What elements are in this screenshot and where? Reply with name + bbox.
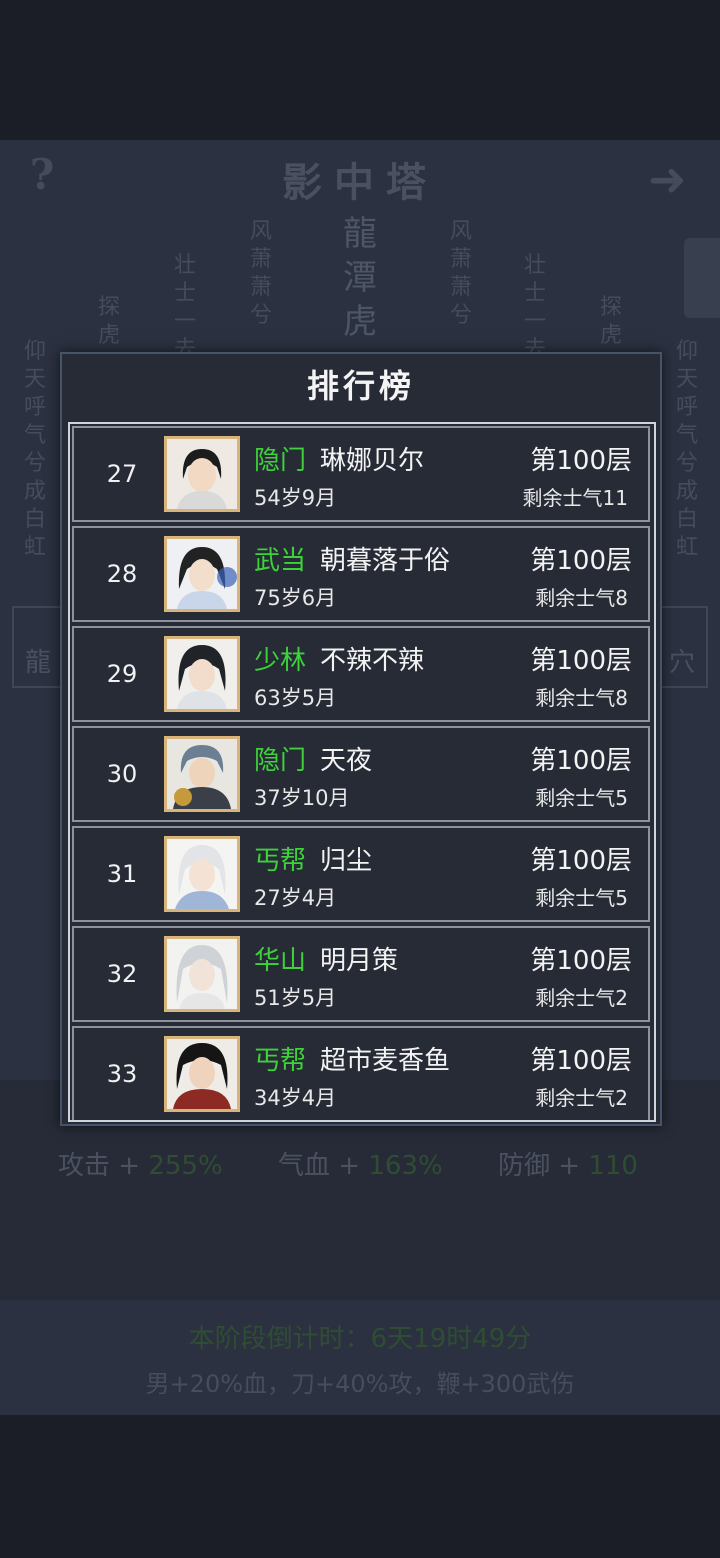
player-age: 63岁5月 [254,686,337,710]
avatar[interactable] [164,736,240,812]
remaining-morale: 剩余士气5 [535,786,628,810]
leaderboard-row[interactable]: 28 武当 朝暮落于俗 75岁6月 第100层 剩余士气8 [72,526,650,622]
avatar[interactable] [164,636,240,712]
avatar-icon [167,739,237,809]
sect-name: 丐帮 [254,846,307,876]
leaderboard-row[interactable]: 29 少林 不辣不辣 63岁5月 第100层 剩余士气8 [72,626,650,722]
player-name: 归尘 [320,846,373,876]
floor-level: 第100层 [530,546,632,576]
player-name: 不辣不辣 [320,646,425,676]
avatar[interactable] [164,836,240,912]
floor-level: 第100层 [530,1046,632,1076]
remaining-morale: 剩余士气2 [535,986,628,1010]
player-name: 天夜 [320,746,373,776]
floor-level: 第100层 [530,746,632,776]
poem-column: 风萧萧兮 [449,219,472,328]
right-tile[interactable]: 穴 [656,606,708,688]
tower-title: 影中塔 [282,159,438,206]
player-name: 明月策 [320,946,399,976]
remaining-morale: 剩余士气11 [522,486,628,510]
leaderboard-panel: 排行榜 27 隐门 琳娜贝尔 54岁9月 第100层 剩余士气11 28 武当 … [60,352,662,1126]
avatar-icon [167,539,237,609]
countdown-text: 本阶段倒计时：6天19时49分 [188,1324,532,1354]
avatar[interactable] [164,1036,240,1112]
player-name: 朝暮落于俗 [320,546,451,576]
player-age: 75岁6月 [254,586,337,610]
poem-column: 仰天呼气兮成白虹 [23,339,46,560]
rank-number: 27 [106,460,138,488]
avatar-icon [167,1039,237,1109]
leaderboard-row[interactable]: 27 隐门 琳娜贝尔 54岁9月 第100层 剩余士气11 [72,426,650,522]
poem-column-main: 龍潭虎 [343,214,377,342]
poem-column: 壮士一去 [523,253,546,362]
sect-name: 隐门 [254,746,307,776]
remaining-morale: 剩余士气8 [535,586,628,610]
rank-number: 28 [106,560,138,588]
bottom-bar [0,1415,720,1558]
player-age: 51岁5月 [254,986,337,1010]
rank-number: 31 [106,860,138,888]
bonus-text: 男+20%血，刀+40%攻，鞭+300武伤 [145,1370,575,1398]
avatar-icon [167,439,237,509]
player-age: 54岁9月 [254,486,337,510]
rank-number: 29 [106,660,138,688]
poem-column: 壮士一去 [173,253,196,362]
sect-name: 武当 [254,546,307,576]
defense-stat: 防御 + 110 [498,1151,638,1181]
floor-level: 第100层 [530,846,632,876]
player-name: 琳娜贝尔 [320,446,425,476]
player-name: 超市麦香鱼 [320,1046,451,1076]
avatar-icon [167,639,237,709]
rank-number: 33 [106,1060,138,1088]
leaderboard-row[interactable]: 31 丐帮 归尘 27岁4月 第100层 剩余士气5 [72,826,650,922]
remaining-morale: 剩余士气8 [535,686,628,710]
leaderboard-row[interactable]: 32 华山 明月策 51岁5月 第100层 剩余士气2 [72,926,650,1022]
sect-name: 华山 [254,946,307,976]
avatar[interactable] [164,536,240,612]
left-tile[interactable]: 龍 [12,606,64,688]
remaining-morale: 剩余士气2 [535,1086,628,1110]
leaderboard-row[interactable]: 30 隐门 天夜 37岁10月 第100层 剩余士气5 [72,726,650,822]
floor-level: 第100层 [530,946,632,976]
leaderboard-row[interactable]: 33 丐帮 超市麦香鱼 34岁4月 第100层 剩余士气2 [72,1026,650,1120]
poem-column: 探虎 [97,295,120,348]
rank-number: 30 [106,760,138,788]
sect-name: 丐帮 [254,1046,307,1076]
poem-column: 探虎 [599,295,622,348]
poem-column: 风萧萧兮 [249,219,272,328]
rank-number: 32 [106,960,138,988]
avatar-icon [167,939,237,1009]
leaderboard-list[interactable]: 27 隐门 琳娜贝尔 54岁9月 第100层 剩余士气11 28 武当 朝暮落于… [68,422,656,1122]
top-bar [0,0,720,140]
poem-column: 仰天呼气兮成白虹 [675,339,698,560]
leaderboard-title: 排行榜 [306,367,415,405]
avatar-icon [167,839,237,909]
floor-level: 第100层 [530,646,632,676]
scroll-icon[interactable] [684,238,720,318]
avatar[interactable] [164,436,240,512]
sect-name: 少林 [254,646,307,676]
avatar[interactable] [164,936,240,1012]
player-age: 27岁4月 [254,886,337,910]
player-age: 37岁10月 [254,786,350,810]
remaining-morale: 剩余士气5 [535,886,628,910]
attack-stat: 攻击 + 255% [58,1151,223,1181]
sect-name: 隐门 [254,446,307,476]
floor-level: 第100层 [530,446,632,476]
player-age: 34岁4月 [254,1086,337,1110]
hp-stat: 气血 + 163% [278,1151,443,1181]
